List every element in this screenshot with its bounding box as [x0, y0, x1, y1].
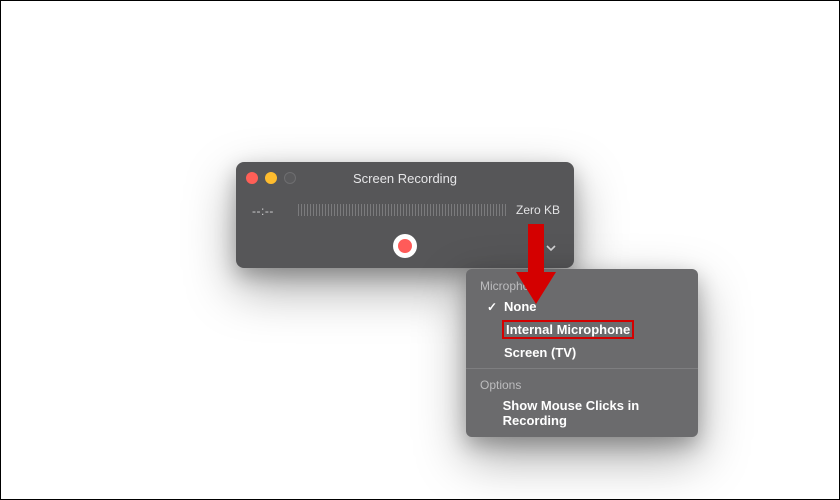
chevron-down-icon	[545, 242, 557, 254]
menu-item-label: Screen (TV)	[504, 345, 576, 360]
window-title: Screen Recording	[236, 171, 574, 186]
recording-options-menu: Microphone ✓ None Internal Microphone Sc…	[466, 269, 698, 437]
menu-item-label: Show Mouse Clicks in Recording	[503, 398, 684, 428]
menu-item-none[interactable]: ✓ None	[466, 296, 698, 317]
recording-filesize: Zero KB	[516, 203, 560, 217]
options-dropdown-button[interactable]	[542, 239, 560, 257]
record-button[interactable]	[393, 234, 417, 258]
audio-level-meter	[298, 202, 506, 218]
record-dot-icon	[398, 239, 412, 253]
screen-recording-window: Screen Recording --:-- Zero KB	[236, 162, 574, 268]
menu-section-microphone: Microphone	[466, 275, 698, 296]
checkmark-icon: ✓	[486, 300, 498, 314]
menu-item-screen-tv[interactable]: Screen (TV)	[466, 342, 698, 363]
menu-item-show-mouse-clicks[interactable]: Show Mouse Clicks in Recording	[466, 395, 698, 431]
annotation-highlight: Internal Microphone	[502, 320, 634, 339]
menu-divider	[466, 368, 698, 369]
recording-timecode: --:--	[252, 204, 274, 218]
menu-item-label: None	[504, 299, 537, 314]
menu-item-internal-microphone[interactable]: Internal Microphone	[466, 317, 698, 342]
menu-section-options: Options	[466, 374, 698, 395]
menu-item-label: Internal Microphone	[506, 322, 630, 337]
